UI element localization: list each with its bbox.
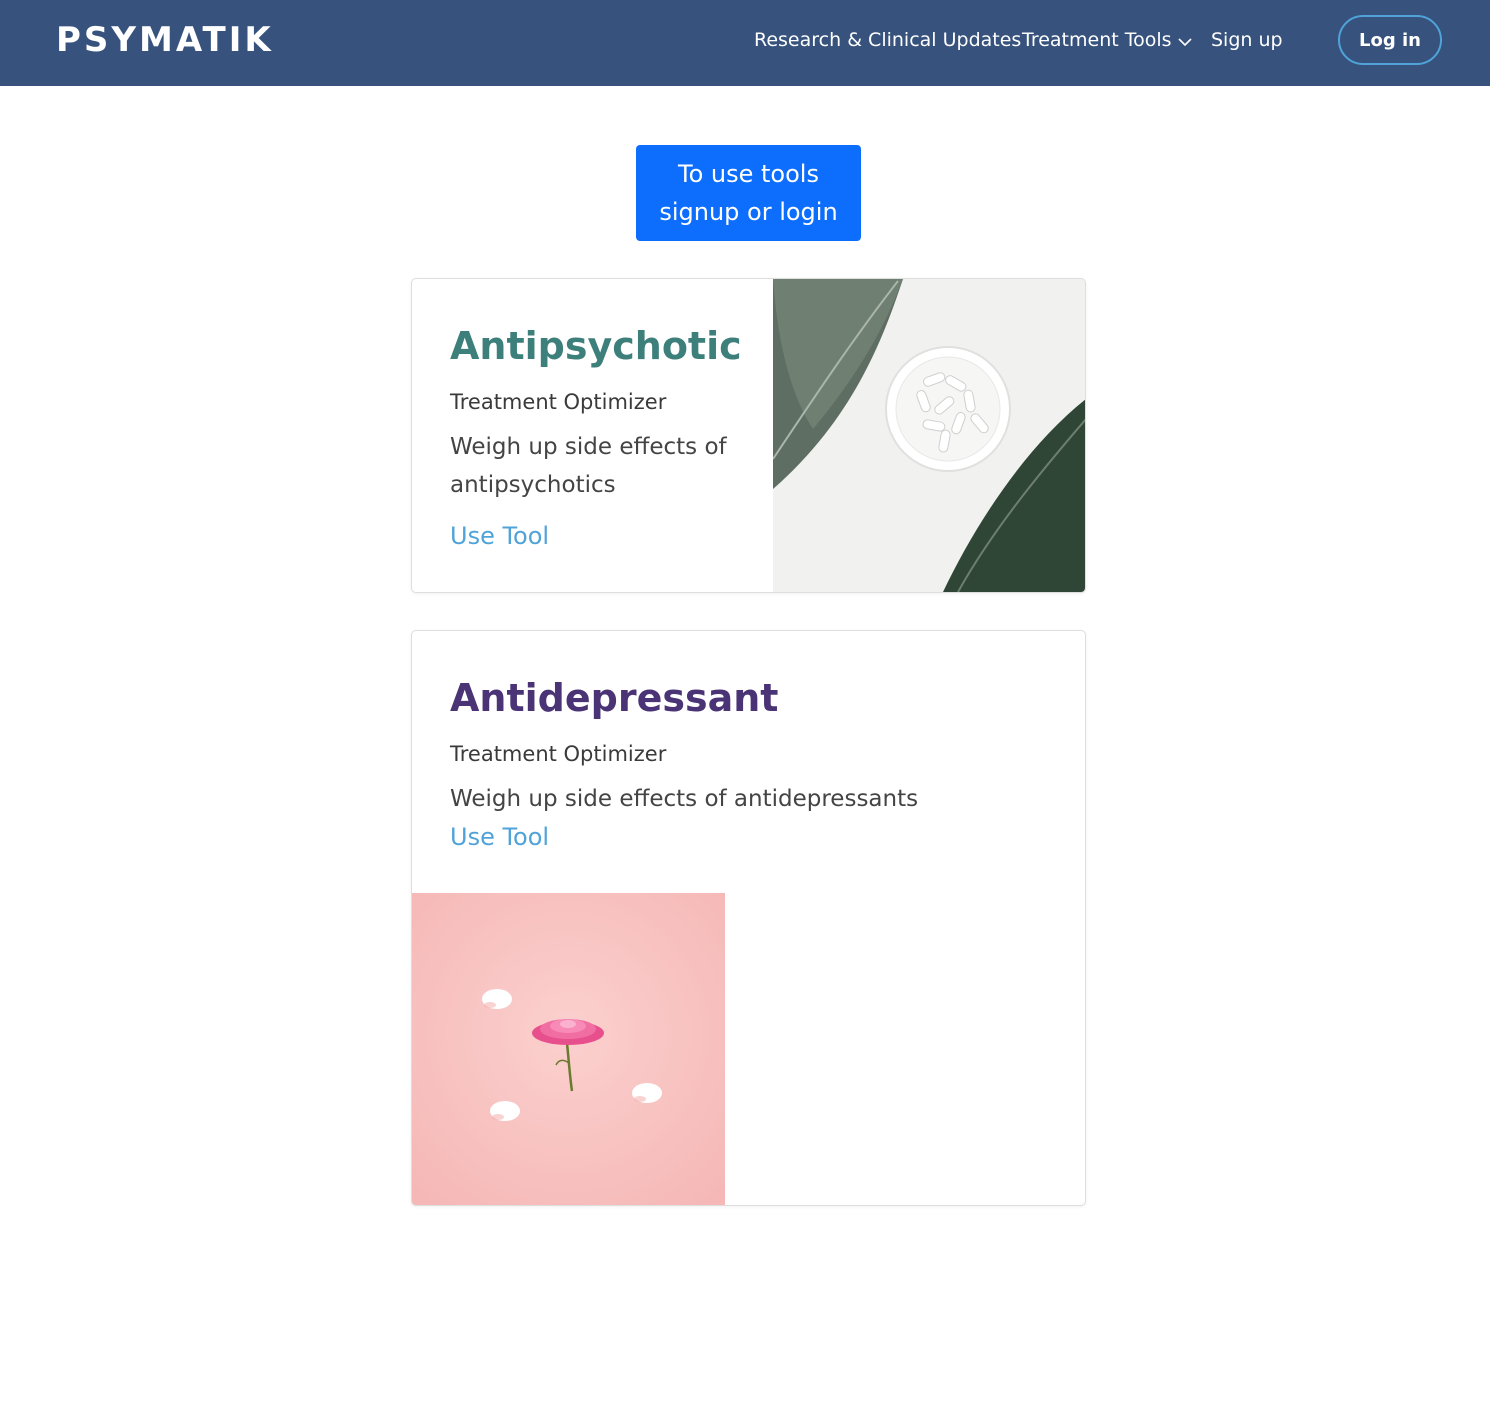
nav-research-link[interactable]: Research & Clinical Updates bbox=[754, 28, 1021, 52]
use-tool-link[interactable]: Use Tool bbox=[450, 520, 549, 552]
nav-signup-link[interactable]: Sign up bbox=[1211, 28, 1283, 52]
antipsychotic-card: Antipsychotic Treatment Optimizer Weigh … bbox=[411, 278, 1086, 593]
chevron-down-icon bbox=[1177, 29, 1192, 53]
login-button[interactable]: Log in bbox=[1338, 15, 1442, 65]
card-subtitle: Treatment Optimizer bbox=[450, 390, 667, 414]
card-title: Antipsychotic bbox=[450, 324, 742, 368]
top-navbar: PSYMATIK Research & Clinical Updates Tre… bbox=[0, 0, 1490, 86]
pink-flower-image bbox=[412, 893, 725, 1205]
use-tool-link[interactable]: Use Tool bbox=[450, 821, 549, 853]
nav-treatment-tools-dropdown[interactable]: Treatment Tools bbox=[1022, 28, 1192, 53]
card-description: Weigh up side effects of antipsychotics bbox=[450, 434, 727, 498]
card-title: Antidepressant bbox=[450, 676, 779, 720]
cta-line-1: To use tools bbox=[678, 160, 819, 188]
brand-logo[interactable]: PSYMATIK bbox=[56, 20, 274, 60]
card-subtitle: Treatment Optimizer bbox=[450, 742, 667, 766]
card-description: Weigh up side effects of antidepressants bbox=[450, 786, 919, 812]
cta-line-2: signup or login bbox=[659, 198, 838, 226]
nav-treatment-tools-label: Treatment Tools bbox=[1022, 29, 1172, 51]
signup-login-cta-button[interactable]: To use tools signup or login bbox=[636, 145, 861, 241]
pills-and-leaves-image bbox=[773, 279, 1085, 592]
antidepressant-card: Antidepressant Treatment Optimizer Weigh… bbox=[411, 630, 1086, 1206]
